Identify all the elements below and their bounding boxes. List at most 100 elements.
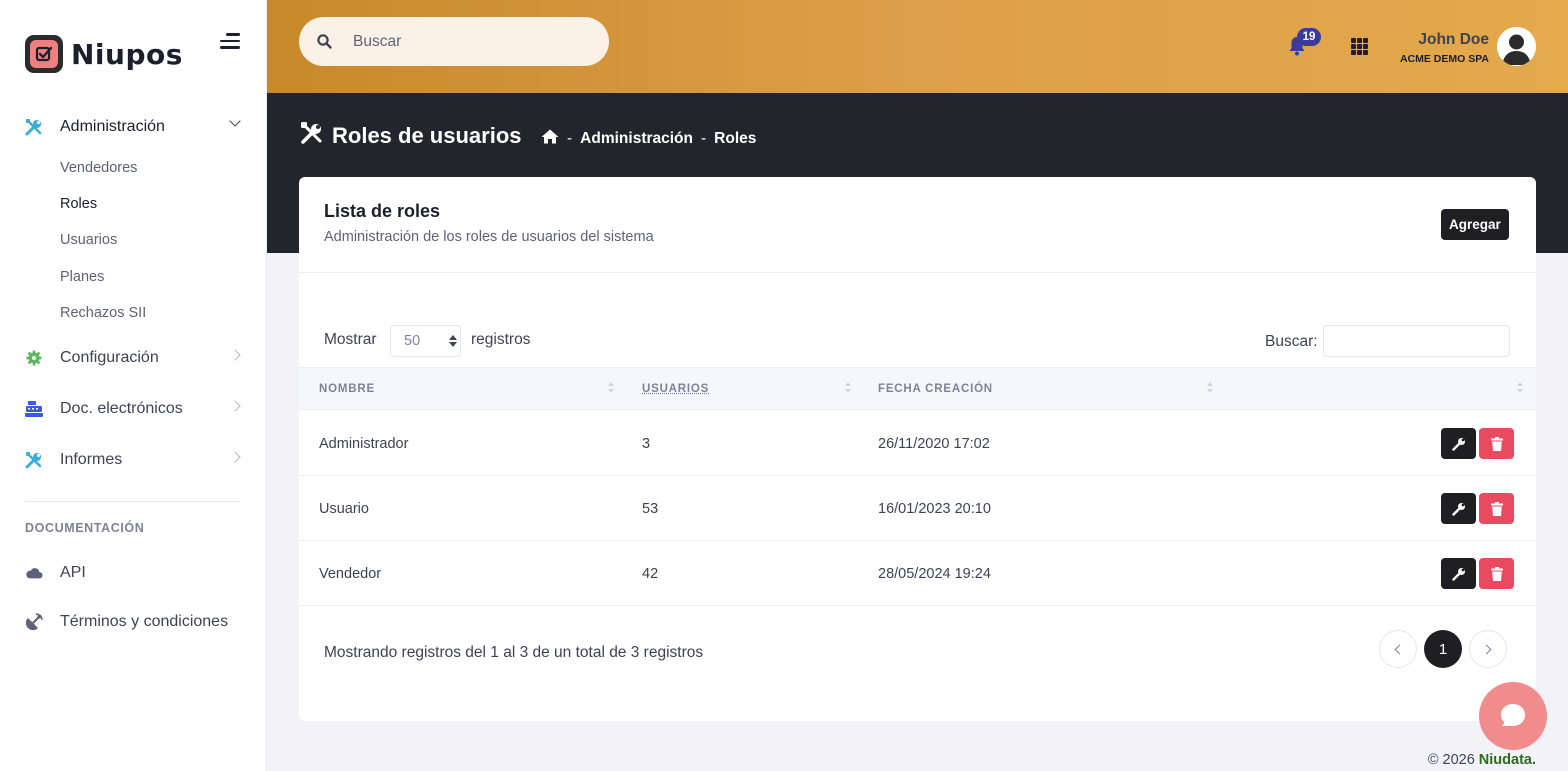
- gear-icon: [25, 349, 43, 367]
- logo-icon: [25, 35, 63, 73]
- card-subtitle: Administración de los roles de usuarios …: [324, 229, 654, 245]
- sidebar-item-configuracion[interactable]: Configuración: [25, 343, 245, 373]
- sort-icon[interactable]: [608, 382, 614, 396]
- page-length-value: 50: [404, 333, 421, 349]
- table-header: NOMBRE USUARIOS FECHA CREACIÓN: [299, 367, 1536, 410]
- sidebar-item-label: API: [60, 564, 86, 581]
- sidebar-subitem-usuarios[interactable]: Usuarios: [60, 232, 117, 248]
- chat-button[interactable]: [1479, 682, 1547, 750]
- satellite-icon: [25, 613, 43, 631]
- avatar[interactable]: [1497, 27, 1536, 66]
- wrench-icon: [1451, 567, 1465, 581]
- sidebar-item-informes[interactable]: Informes: [25, 445, 245, 475]
- cell-fecha: 16/01/2023 20:10: [878, 501, 991, 517]
- sidebar-subitem-rechazos-sii[interactable]: Rechazos SII: [60, 305, 146, 321]
- sidebar-section-title: DOCUMENTACIÓN: [25, 521, 145, 535]
- delete-button[interactable]: [1479, 428, 1514, 459]
- edit-button[interactable]: [1441, 428, 1476, 459]
- chat-bubble-icon: [1501, 704, 1525, 726]
- page-title: Roles de usuarios: [332, 122, 522, 148]
- trash-icon: [1490, 566, 1503, 581]
- table-search-input[interactable]: [1323, 325, 1510, 357]
- brand-name: Niupos: [71, 37, 183, 71]
- sidebar-item-label: Términos y condiciones: [60, 613, 229, 630]
- add-role-button[interactable]: Agregar: [1441, 209, 1509, 240]
- sidebar-subitem-vendedores[interactable]: Vendedores: [60, 160, 137, 176]
- column-header-fecha-creacion[interactable]: FECHA CREACIÓN: [878, 383, 993, 395]
- chevron-right-icon: [1481, 644, 1492, 654]
- sidebar-divider: [25, 501, 240, 502]
- wrench-icon: [1451, 437, 1465, 451]
- sidebar-subitem-roles[interactable]: Roles: [60, 196, 97, 212]
- cell-usuarios: 53: [642, 501, 659, 517]
- breadcrumb-administracion[interactable]: Administración: [580, 130, 693, 148]
- search-icon: [317, 34, 332, 54]
- breadcrumb-roles[interactable]: Roles: [714, 130, 756, 148]
- card-divider: [299, 272, 1536, 273]
- apps-grid-icon[interactable]: [1351, 38, 1368, 55]
- sidebar-item-terminos[interactable]: Términos y condiciones: [25, 607, 245, 637]
- sidebar-subitem-planes[interactable]: Planes: [60, 269, 104, 285]
- delete-button[interactable]: [1479, 558, 1514, 589]
- pagination-previous-button[interactable]: [1379, 630, 1417, 668]
- chevron-down-icon: [229, 115, 241, 127]
- delete-button[interactable]: [1479, 493, 1514, 524]
- notifications-badge: 19: [1297, 28, 1321, 46]
- cell-nombre: Administrador: [319, 436, 409, 452]
- table-row: Vendedor 42 28/05/2024 19:24: [299, 541, 1536, 606]
- sidebar-item-api[interactable]: API: [25, 558, 245, 588]
- sort-icon[interactable]: [1517, 382, 1523, 396]
- sidebar-item-administracion[interactable]: Administración: [25, 112, 245, 142]
- breadcrumb: - Administración - Roles: [541, 129, 756, 149]
- tools-icon: [25, 118, 43, 136]
- table-info: Mostrando registros del 1 al 3 de un tot…: [324, 644, 704, 661]
- table-row: Usuario 53 16/01/2023 20:10: [299, 476, 1536, 541]
- user-company: ACME DEMO SPA: [1399, 53, 1489, 65]
- topbar: 19 John Doe ACME DEMO SPA: [267, 0, 1568, 93]
- show-label: Mostrar: [324, 331, 377, 348]
- trash-icon: [1490, 436, 1503, 451]
- chevron-left-icon: [1394, 644, 1405, 654]
- pagination-next-button[interactable]: [1469, 630, 1507, 668]
- cell-usuarios: 3: [642, 436, 651, 452]
- chevron-right-icon: [229, 451, 241, 463]
- chevron-right-icon: [229, 349, 241, 361]
- global-search: [299, 17, 609, 66]
- pagination-page-button[interactable]: 1: [1424, 630, 1462, 668]
- cell-usuarios: 42: [642, 566, 659, 582]
- column-header-nombre[interactable]: NOMBRE: [319, 383, 375, 395]
- tools-icon: [25, 451, 43, 469]
- cell-fecha: 26/11/2020 17:02: [878, 436, 990, 452]
- sort-icon[interactable]: [1207, 382, 1213, 396]
- chevron-right-icon: [229, 400, 241, 412]
- search-input[interactable]: [353, 17, 593, 66]
- card-title: Lista de roles: [324, 201, 441, 221]
- sidebar-item-label: Informes: [60, 451, 123, 468]
- edit-button[interactable]: [1441, 493, 1476, 524]
- breadcrumb-separator: -: [567, 130, 573, 147]
- page-length-select[interactable]: 50: [390, 325, 461, 357]
- table-row: Administrador 3 26/11/2020 17:02: [299, 411, 1536, 476]
- table-search-label: Buscar:: [1265, 333, 1318, 350]
- cell-nombre: Usuario: [319, 501, 369, 517]
- sidebar-item-doc-electronicos[interactable]: Doc. electrónicos: [25, 394, 245, 424]
- footer-company-link[interactable]: Niudata.: [1479, 752, 1536, 768]
- cell-nombre: Vendedor: [319, 566, 382, 582]
- records-label: registros: [471, 331, 531, 348]
- wrench-icon: [1451, 502, 1465, 516]
- cash-register-icon: [25, 400, 43, 418]
- edit-button[interactable]: [1441, 558, 1476, 589]
- sidebar-item-label: Configuración: [60, 349, 159, 366]
- column-header-usuarios[interactable]: USUARIOS: [642, 383, 709, 395]
- brand-logo[interactable]: Niupos: [25, 35, 183, 73]
- roles-card: Lista de roles Administración de los rol…: [299, 177, 1536, 721]
- sidebar-item-label: Administración: [60, 118, 165, 135]
- footer-copyright: © 2026: [1427, 752, 1475, 768]
- menu-toggle-icon[interactable]: [220, 33, 242, 51]
- footer: © 2026 Niudata.: [1428, 752, 1536, 768]
- sidebar-item-label: Doc. electrónicos: [60, 400, 183, 417]
- user-name[interactable]: John Doe: [1418, 31, 1489, 49]
- home-icon[interactable]: [541, 129, 559, 149]
- cloud-icon: [25, 564, 43, 582]
- sort-icon[interactable]: [845, 382, 851, 396]
